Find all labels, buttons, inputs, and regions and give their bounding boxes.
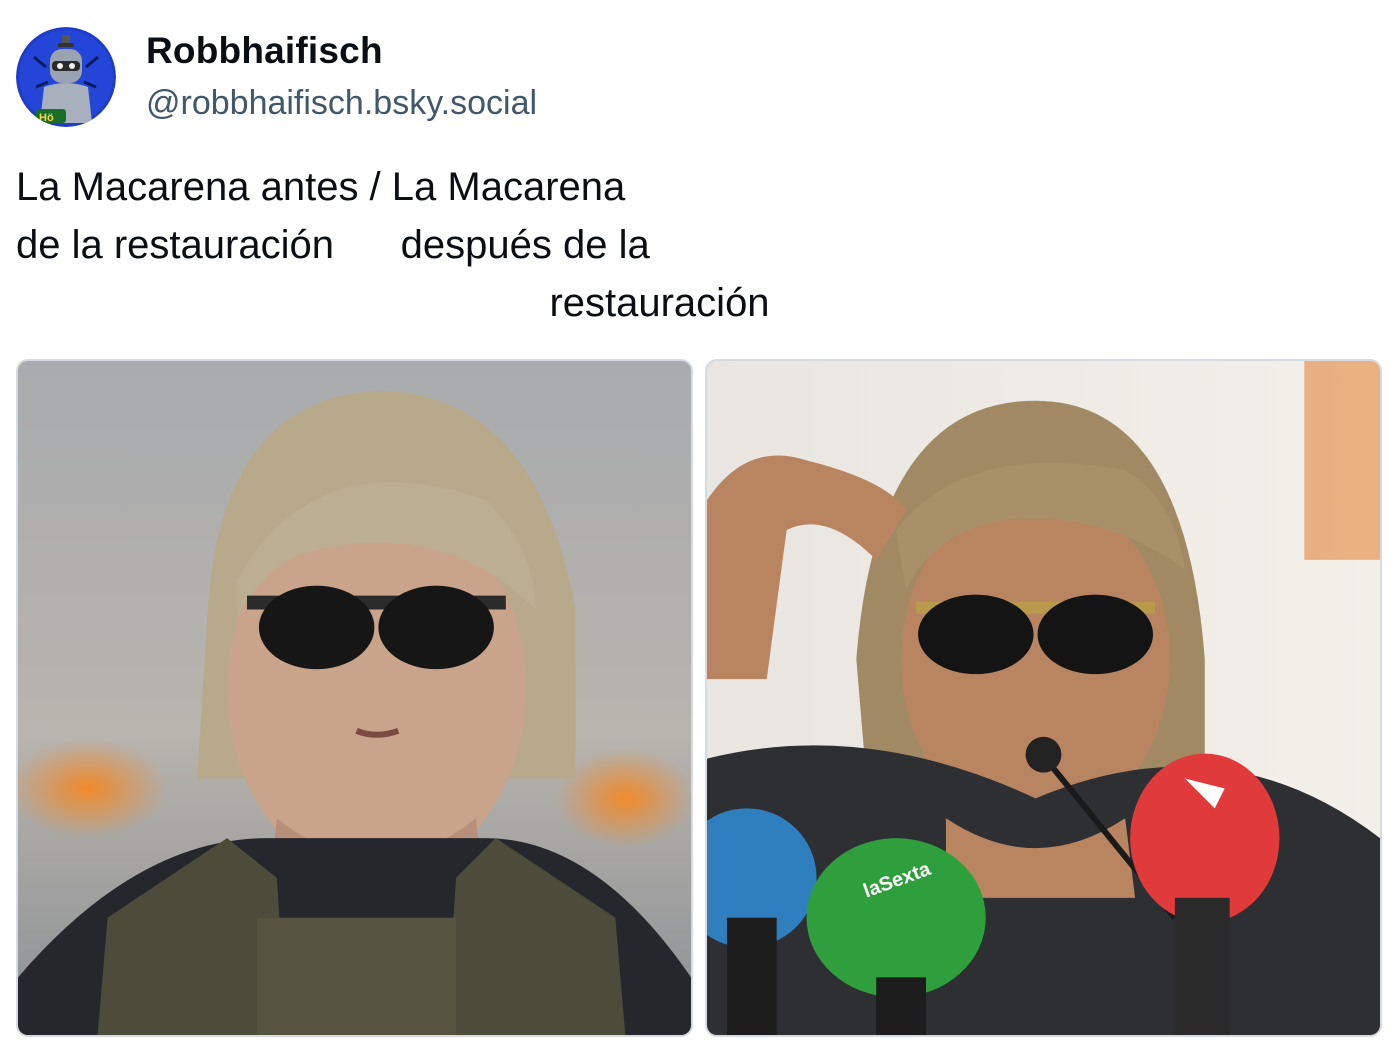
media-image-1[interactable] (16, 359, 693, 1037)
avatar-badge: Hö (39, 112, 54, 124)
author-handle[interactable]: @robbhaifisch.bsky.social (146, 84, 537, 123)
media-grid: laSexta (16, 359, 1382, 1037)
post-text: La Macarena antes / La Macarena de la re… (16, 165, 770, 325)
woman-sunglasses-photo (18, 361, 691, 1035)
media-image-2[interactable]: laSexta (705, 359, 1382, 1037)
post-card: Hö Robbhaifisch @robbhaifisch.bsky.socia… (0, 0, 1400, 1046)
author-avatar[interactable]: Hö (16, 27, 116, 127)
author-display-name[interactable]: Robbhaifisch (146, 30, 383, 72)
man-sunglasses-microphones-photo: laSexta (707, 361, 1380, 1035)
robot-avatar-icon: Hö (16, 27, 116, 127)
